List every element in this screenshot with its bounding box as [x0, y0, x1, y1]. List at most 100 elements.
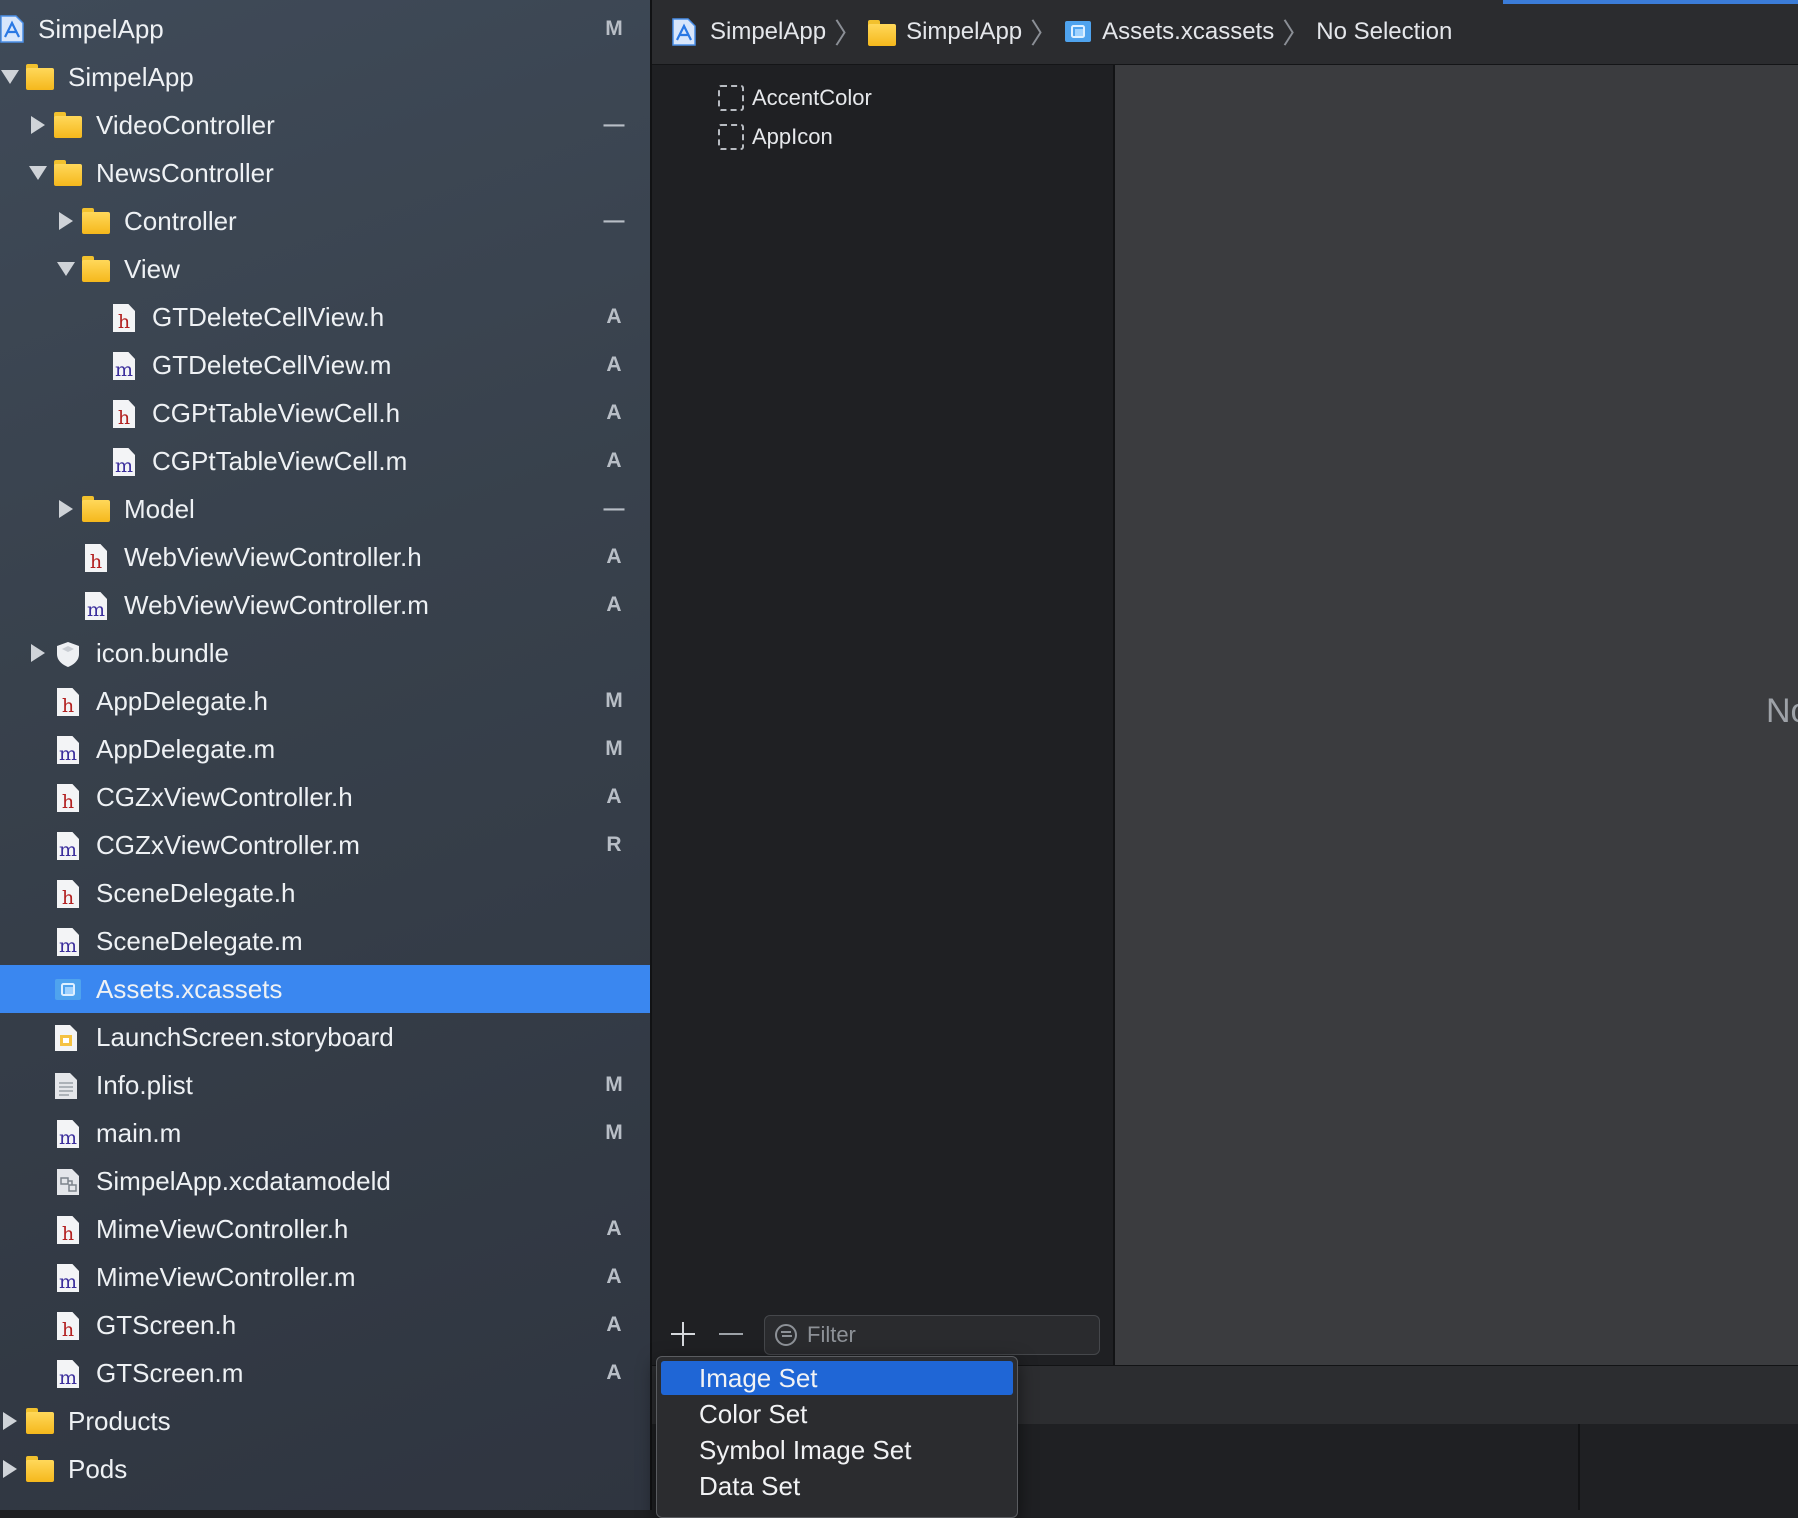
breadcrumb-label: No Selection	[1316, 18, 1453, 45]
folder-icon	[26, 64, 54, 90]
implementation-file-icon: m	[110, 448, 138, 476]
navigator-row-cgpttableviewcell-m[interactable]: m CGPtTableViewCell.m A	[0, 437, 650, 485]
project-row[interactable]: SimpelApp M	[0, 5, 650, 53]
navigator-row-launchscreen-storyboard[interactable]: LaunchScreen.storyboard	[0, 1013, 650, 1061]
disclosure-collapsed-icon[interactable]	[56, 211, 76, 231]
implementation-file-icon: m	[110, 352, 138, 380]
navigator-row-info-plist[interactable]: Info.plist M	[0, 1061, 650, 1109]
navigator-row-assets-xcassets[interactable]: Assets.xcassets	[0, 965, 650, 1013]
navigator-row-simpelapp-xcdatamodeld[interactable]: SimpelApp.xcdatamodeld	[0, 1157, 650, 1205]
breadcrumb-label: Assets.xcassets	[1102, 18, 1275, 45]
navigator-row-main-m[interactable]: m main.m M	[0, 1109, 650, 1157]
folder-icon	[54, 112, 82, 138]
navigator-row-label: Pods	[68, 1454, 128, 1484]
breadcrumb-separator: 〉	[1030, 17, 1059, 50]
source-control-status-badge: A	[606, 1265, 622, 1288]
navigator-row-view[interactable]: View	[0, 245, 650, 293]
disclosure-collapsed-icon[interactable]	[0, 1459, 20, 1479]
navigator-row-products[interactable]: Products	[0, 1397, 650, 1445]
navigator-row-gtscreen-h[interactable]: h GTScreen.h A	[0, 1301, 650, 1349]
navigator-row-model[interactable]: Model —	[0, 485, 650, 533]
source-control-status-badge: —	[603, 497, 625, 520]
navigator-row-mimeviewcontroller-m[interactable]: m MimeViewController.m A	[0, 1253, 650, 1301]
navigator-row-controller[interactable]: Controller —	[0, 197, 650, 245]
navigator-row-label: Assets.xcassets	[96, 974, 283, 1004]
navigator-row-cgpttableviewcell-h[interactable]: h CGPtTableViewCell.h A	[0, 389, 650, 437]
source-control-status-badge: —	[603, 113, 625, 136]
disclosure-expanded-icon[interactable]	[28, 163, 48, 183]
folder-icon	[868, 18, 897, 46]
navigator-row-label: CGPtTableViewCell.m	[152, 446, 408, 476]
no-selection-text: No	[1766, 692, 1798, 730]
breadcrumb-separator: 〉	[834, 17, 863, 50]
project-navigator: SimpelApp M SimpelApp VideoController — New…	[0, 0, 650, 1510]
navigator-row-pods[interactable]: Pods	[0, 1445, 650, 1493]
navigator-row-gtdeletecellview-m[interactable]: m GTDeleteCellView.m A	[0, 341, 650, 389]
navigator-row-scenedelegate-h[interactable]: h SceneDelegate.h	[0, 869, 650, 917]
source-control-status-badge: M	[605, 689, 623, 712]
navigator-row-label: LaunchScreen.storyboard	[96, 1022, 394, 1052]
filter-input[interactable]	[807, 1316, 1087, 1354]
navigator-row-cgzxviewcontroller-m[interactable]: m CGZxViewController.m R	[0, 821, 650, 869]
navigator-row-label: icon.bundle	[96, 638, 229, 668]
disclosure-collapsed-icon[interactable]	[28, 643, 48, 663]
navigator-row-mimeviewcontroller-h[interactable]: h MimeViewController.h A	[0, 1205, 650, 1253]
navigator-row-cgzxviewcontroller-h[interactable]: h CGZxViewController.h A	[0, 773, 650, 821]
menu-item-image-set[interactable]: Image Set	[661, 1361, 1013, 1395]
navigator-row-appdelegate-h[interactable]: h AppDelegate.h M	[0, 677, 650, 725]
navigator-row-label: VideoController	[96, 110, 275, 140]
xcode-project-icon	[0, 15, 28, 43]
navigator-row-gtscreen-m[interactable]: m GTScreen.m A	[0, 1349, 650, 1397]
filter-icon	[775, 1324, 797, 1346]
menu-item-color-set[interactable]: Color Set	[661, 1397, 1013, 1431]
breadcrumb-selection[interactable]: No Selection	[1316, 18, 1452, 46]
header-file-icon: h	[110, 304, 138, 332]
filter-field[interactable]	[764, 1315, 1100, 1355]
source-control-status-badge: A	[606, 305, 622, 328]
navigator-row-label: Model	[124, 494, 195, 524]
breadcrumb-separator: 〉	[1282, 17, 1311, 50]
disclosure-expanded-icon[interactable]	[56, 259, 76, 279]
source-control-status-badge: M	[605, 737, 623, 760]
folder-icon	[54, 160, 82, 186]
navigator-row-label: MimeViewController.h	[96, 1214, 349, 1244]
tab-indicator	[1503, 0, 1798, 4]
navigator-row-label: SimpelApp	[68, 62, 194, 92]
disclosure-collapsed-icon[interactable]	[56, 499, 76, 519]
asset-catalog-icon	[1064, 18, 1092, 46]
folder-icon	[82, 208, 110, 234]
breadcrumb-asset-catalog[interactable]: Assets.xcassets 〉	[1064, 12, 1310, 52]
navigator-row-icon-bundle[interactable]: icon.bundle	[0, 629, 650, 677]
navigator-row-gtdeletecellview-h[interactable]: h GTDeleteCellView.h A	[0, 293, 650, 341]
debug-area-divider[interactable]	[1578, 1424, 1580, 1510]
source-control-status-badge: A	[606, 545, 622, 568]
disclosure-collapsed-icon[interactable]	[0, 1411, 20, 1431]
folder-icon	[82, 496, 110, 522]
remove-asset-button[interactable]	[716, 1319, 746, 1349]
navigator-row-label: CGPtTableViewCell.h	[152, 398, 401, 428]
project-label: SimpelApp	[38, 14, 164, 44]
navigator-row-label: SceneDelegate.m	[96, 926, 303, 956]
breadcrumb-project[interactable]: SimpelApp 〉	[672, 12, 862, 52]
navigator-row-label: MimeViewController.m	[96, 1262, 356, 1292]
menu-item-symbol-image-set[interactable]: Symbol Image Set	[661, 1433, 1013, 1467]
navigator-row-appdelegate-m[interactable]: m AppDelegate.m M	[0, 725, 650, 773]
asset-item-appicon[interactable]: AppIcon	[718, 120, 833, 154]
breadcrumb-group[interactable]: SimpelApp 〉	[868, 12, 1058, 52]
asset-label: AccentColor	[752, 85, 872, 110]
navigator-row-webviewviewcontroller-m[interactable]: m WebViewViewController.m A	[0, 581, 650, 629]
asset-item-accentcolor[interactable]: AccentColor	[718, 81, 872, 115]
disclosure-expanded-icon[interactable]	[0, 67, 20, 87]
menu-item-data-set[interactable]: Data Set	[661, 1469, 1013, 1503]
asset-detail-area	[1115, 65, 1798, 1365]
navigator-row-scenedelegate-m[interactable]: m SceneDelegate.m	[0, 917, 650, 965]
source-control-status-badge: M	[605, 1073, 623, 1096]
navigator-row-label: CGZxViewController.h	[96, 782, 353, 812]
navigator-row-webviewviewcontroller-h[interactable]: h WebViewViewController.h A	[0, 533, 650, 581]
add-asset-button[interactable]	[668, 1319, 698, 1349]
source-control-status-badge: A	[606, 785, 622, 808]
navigator-row-videocontroller[interactable]: VideoController —	[0, 101, 650, 149]
navigator-row-newscontroller[interactable]: NewsController	[0, 149, 650, 197]
navigator-row-simpelapp[interactable]: SimpelApp	[0, 53, 650, 101]
disclosure-collapsed-icon[interactable]	[28, 115, 48, 135]
